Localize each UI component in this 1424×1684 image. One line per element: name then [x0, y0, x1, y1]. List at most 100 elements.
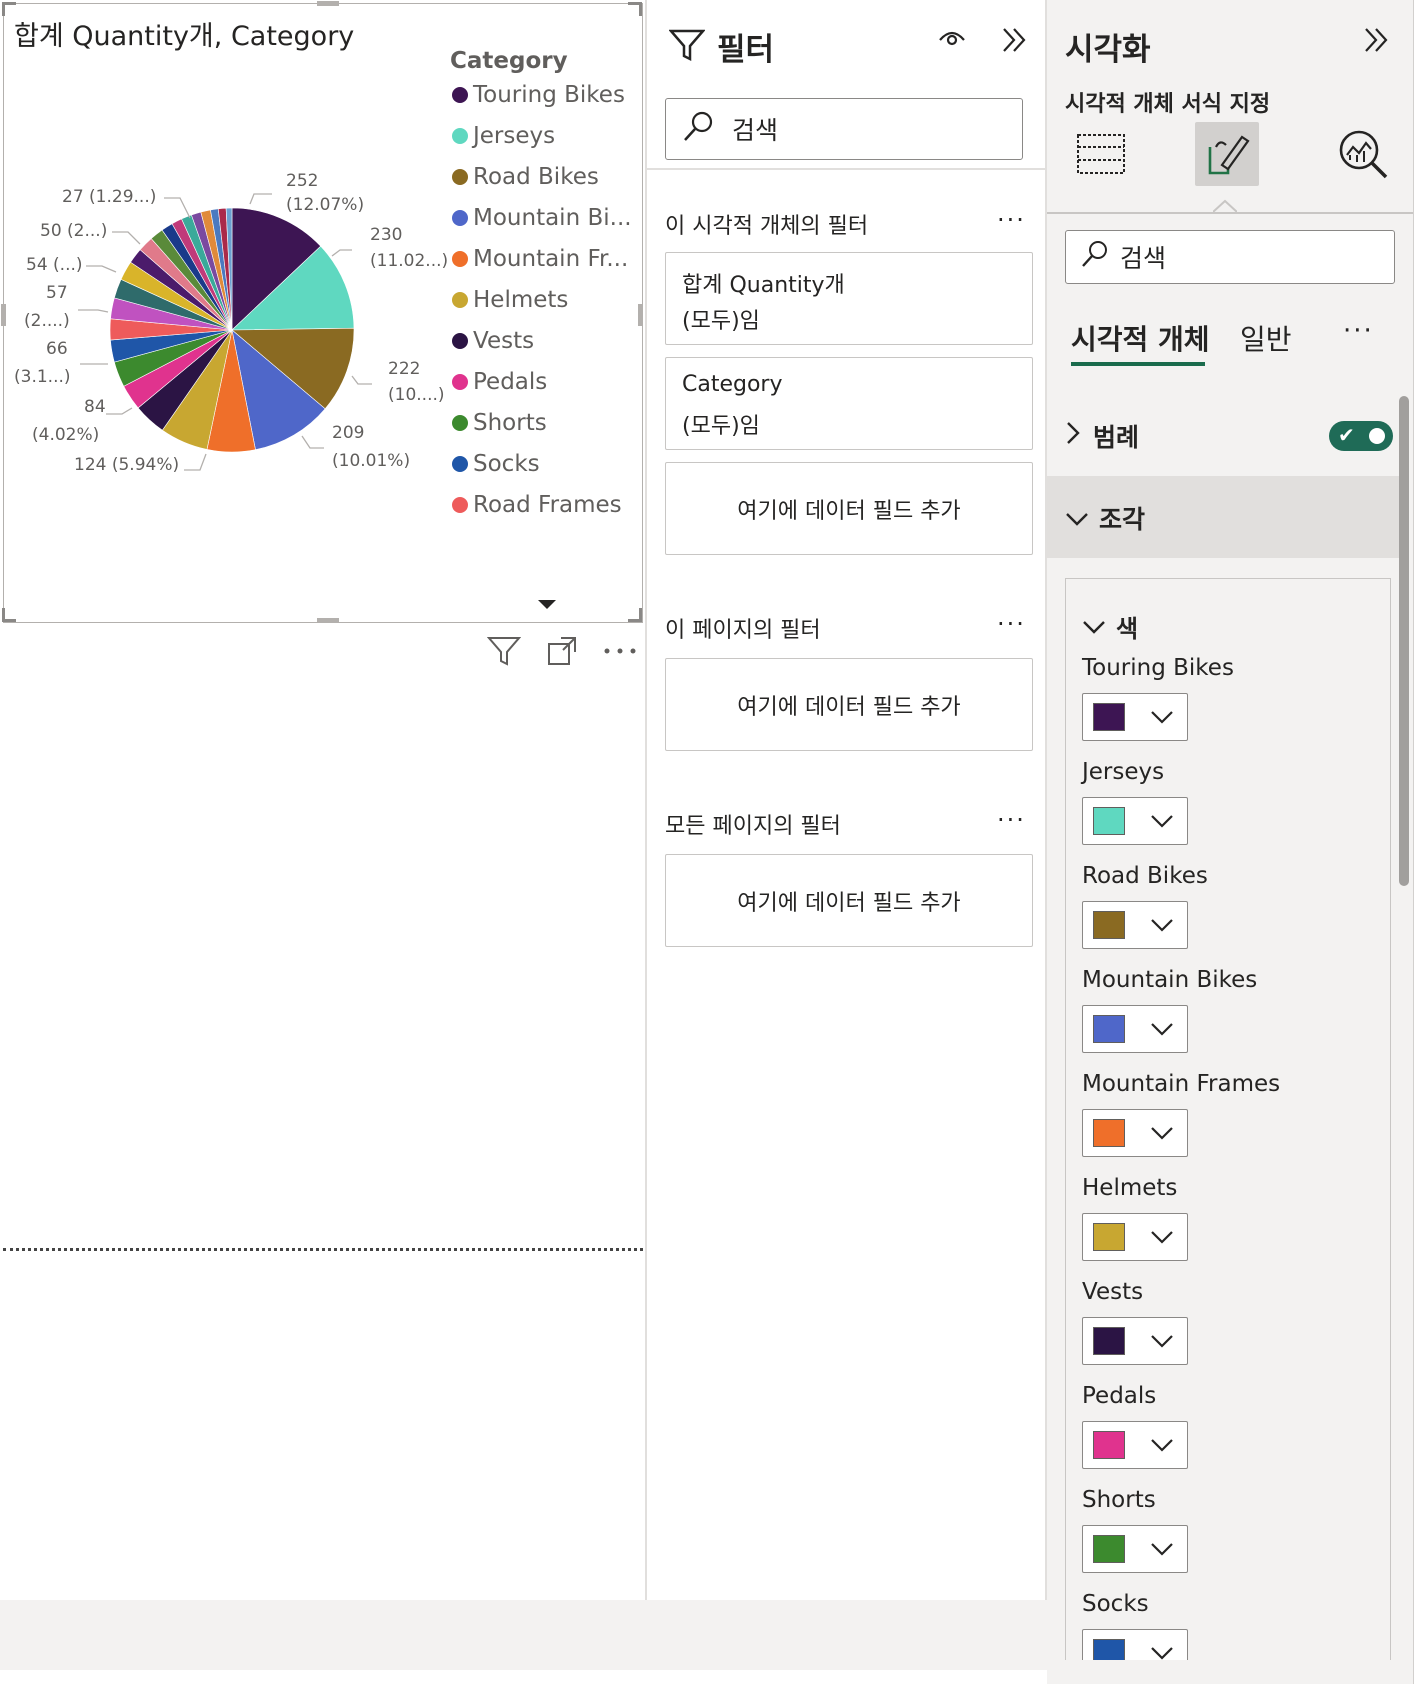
canvas-footer [0, 1600, 1048, 1670]
legend-item[interactable]: Socks [452, 451, 540, 477]
data-label-percent: (11.02...) [370, 251, 448, 271]
leader-line [78, 309, 109, 313]
page-break-line [3, 1248, 643, 1251]
color-picker-dropdown[interactable] [1082, 1525, 1188, 1573]
more-options-icon[interactable] [602, 633, 638, 669]
add-data-field-dropzone-page[interactable]: 여기에 데이터 필드 추가 [665, 658, 1033, 751]
legend-item[interactable]: Mountain Bi... [452, 205, 632, 231]
chevron-down-icon [1149, 1224, 1175, 1254]
build-visual-icon[interactable] [1069, 122, 1133, 186]
color-swatch [1093, 1327, 1125, 1355]
collapse-filter-pane-icon[interactable] [999, 24, 1029, 64]
slices-section-title: 조각 [1065, 500, 1145, 536]
color-swatch [1093, 1015, 1125, 1043]
divider [647, 168, 1047, 170]
color-entry-label: Jerseys [1082, 759, 1165, 785]
data-label-percent: (10....) [388, 385, 445, 405]
checkmark-icon: ✔ [1338, 423, 1355, 447]
format-visual-icon[interactable] [1195, 122, 1259, 186]
legend-item-label: Road Bikes [473, 164, 599, 190]
add-field-label: 여기에 데이터 필드 추가 [737, 694, 961, 720]
visualizations-pane-title: 시각화 [1065, 32, 1151, 68]
scrollbar-thumb[interactable] [1399, 396, 1409, 886]
legend-section-header[interactable]: 범례 [1065, 418, 1139, 454]
leader-line [112, 231, 141, 245]
tab-more-button[interactable]: ··· [1343, 316, 1374, 346]
search-icon [1080, 239, 1110, 275]
legend-item[interactable]: Jerseys [452, 123, 555, 149]
color-entry-label: Helmets [1082, 1175, 1178, 1201]
visualizations-pane: 시각화 시각적 개체 서식 지정 검색 시각적 개체 일반 ··· 범례 ✔ 조… [1047, 0, 1413, 1660]
color-picker-dropdown[interactable] [1082, 901, 1188, 949]
legend-item[interactable]: Touring Bikes [452, 82, 625, 108]
legend-item[interactable]: Helmets [452, 287, 568, 313]
tab-visual[interactable]: 시각적 개체 [1071, 318, 1210, 358]
chevron-right-icon [1065, 420, 1081, 452]
filter-pane: 필터 검색 이 시각적 개체의 필터 ··· 합계 Quantity개 (모두)… [645, 0, 1047, 1600]
slices-section-label: 조각 [1099, 505, 1146, 534]
color-picker-dropdown[interactable] [1082, 1005, 1188, 1053]
leader-line [301, 435, 324, 449]
eye-icon[interactable] [937, 26, 967, 54]
chevron-down-icon [1149, 1640, 1175, 1660]
color-swatch [1093, 911, 1125, 939]
data-label-value: 54 (...) [26, 255, 83, 275]
legend-item[interactable]: Mountain Fr... [452, 246, 628, 272]
color-picker-dropdown[interactable] [1082, 1421, 1188, 1469]
leader-line [351, 375, 372, 385]
color-picker-dropdown[interactable] [1082, 1109, 1188, 1157]
filter-icon[interactable] [486, 633, 522, 669]
active-tab-indicator [1071, 362, 1205, 366]
color-picker-dropdown[interactable] [1082, 693, 1188, 741]
legend-item-label: Jerseys [473, 123, 556, 149]
add-data-field-dropzone-all-pages[interactable]: 여기에 데이터 필드 추가 [665, 854, 1033, 947]
legend-item[interactable]: Vests [452, 328, 534, 354]
all-pages-filters-more-button[interactable]: ··· [997, 806, 1026, 834]
legend-item-label: Shorts [473, 410, 547, 436]
legend-item[interactable]: Road Bikes [452, 164, 599, 190]
page-filters-more-button[interactable]: ··· [997, 610, 1026, 638]
legend-color-dot [452, 251, 468, 267]
add-data-field-dropzone-visual[interactable]: 여기에 데이터 필드 추가 [665, 462, 1033, 555]
color-picker-dropdown[interactable] [1082, 797, 1188, 845]
pie-chart-visual[interactable]: 합계 Quantity개, Category 252 (12.07%) 230 (11… [1, 1, 643, 623]
slices-section-header[interactable]: 조각 [1047, 476, 1399, 558]
legend-item[interactable]: Shorts [452, 410, 547, 436]
window-edge [1413, 0, 1424, 1684]
legend-item[interactable]: Road Frames [452, 492, 622, 518]
data-label-percent: (4.02%) [32, 425, 99, 445]
data-label-percent: (12.07%) [286, 195, 364, 215]
chevron-down-icon [1065, 504, 1089, 533]
data-label-value: 66 [46, 339, 68, 359]
focus-mode-icon[interactable] [544, 633, 580, 669]
format-search-input[interactable]: 검색 [1065, 230, 1395, 284]
chevron-down-icon [1149, 912, 1175, 942]
filter-card-category[interactable]: Category (모두)임 [665, 357, 1033, 450]
tab-general[interactable]: 일반 [1240, 318, 1292, 358]
collapse-visualizations-pane-icon[interactable] [1361, 24, 1391, 64]
filter-card-quantity[interactable]: 합계 Quantity개 (모두)임 [665, 252, 1033, 345]
filter-search-input[interactable]: 검색 [665, 98, 1023, 160]
analytics-icon[interactable] [1331, 122, 1395, 186]
visual-filters-more-button[interactable]: ··· [997, 206, 1026, 234]
chevron-down-icon [1149, 1016, 1175, 1046]
data-label-percent: (2....) [24, 311, 70, 331]
filter-card-field: Category [682, 372, 783, 397]
resize-handle-bottom[interactable] [317, 618, 339, 623]
legend-color-dot [452, 456, 468, 472]
legend-toggle[interactable]: ✔ [1329, 421, 1393, 451]
color-picker-dropdown[interactable] [1082, 1629, 1188, 1660]
color-picker-dropdown[interactable] [1082, 1317, 1188, 1365]
colors-card: 색 Touring Bikes Jerseys Road Bikes Mountain… [1065, 578, 1391, 1660]
chevron-down-icon [1149, 704, 1175, 734]
data-label-percent: (10.01%) [332, 451, 410, 471]
data-label-value: 124 (5.94%) [74, 455, 179, 475]
colors-section-header[interactable]: 색 [1082, 609, 1138, 644]
color-swatch [1093, 1639, 1125, 1660]
pane-bottom-strip [1047, 1660, 1413, 1684]
color-picker-dropdown[interactable] [1082, 1213, 1188, 1261]
colors-section-label: 색 [1116, 615, 1139, 643]
legend-scroll-down-icon[interactable] [538, 600, 556, 609]
color-entry-label: Mountain Bikes [1082, 967, 1258, 993]
legend-item[interactable]: Pedals [452, 369, 547, 395]
